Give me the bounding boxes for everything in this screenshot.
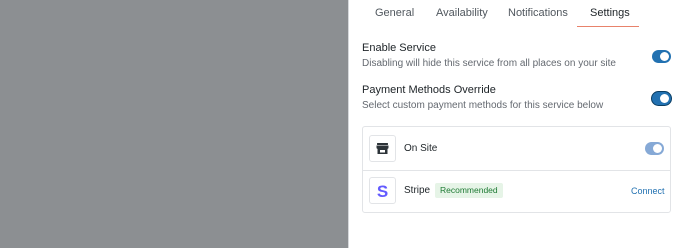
payment-override-toggle[interactable]: [652, 92, 671, 105]
payment-override-description: Select custom payment methods for this s…: [362, 100, 604, 111]
recommended-badge: Recommended: [435, 183, 503, 198]
service-settings-panel: General Availability Notifications Setti…: [348, 0, 680, 248]
payment-methods-list: On Site S Stripe Recommended Connect: [362, 126, 671, 213]
toggle-knob: [660, 52, 669, 61]
tab-notifications[interactable]: Notifications: [508, 7, 568, 19]
tab-bar: General Availability Notifications Setti…: [349, 0, 680, 29]
stripe-logo-icon: S: [377, 182, 388, 201]
payment-method-name-stripe: Stripe: [404, 185, 431, 196]
store-icon: [376, 143, 389, 154]
enable-service-toggle[interactable]: [652, 50, 671, 63]
payment-method-icon: S: [369, 177, 396, 204]
toggle-knob: [653, 144, 662, 153]
enable-service-title: Enable Service: [362, 42, 436, 54]
tab-general[interactable]: General: [375, 7, 414, 19]
modal-backdrop[interactable]: [0, 0, 348, 248]
toggle-knob: [660, 94, 669, 103]
payment-override-title: Payment Methods Override: [362, 84, 496, 96]
list-divider: [363, 170, 670, 171]
active-tab-indicator: [577, 26, 639, 27]
onsite-toggle[interactable]: [645, 142, 664, 155]
payment-method-name-onsite: On Site: [404, 143, 438, 154]
enable-service-description: Disabling will hide this service from al…: [362, 58, 616, 69]
svg-text:S: S: [377, 182, 388, 201]
tab-availability[interactable]: Availability: [436, 7, 488, 19]
tab-settings[interactable]: Settings: [590, 7, 630, 19]
stripe-connect-link[interactable]: Connect: [631, 186, 665, 196]
payment-method-icon: [369, 135, 396, 162]
